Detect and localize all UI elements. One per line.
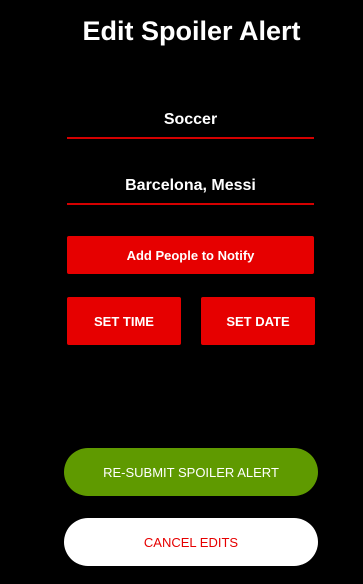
cancel-edits-button[interactable]: CANCEL EDITS xyxy=(64,518,318,566)
add-people-to-notify-button[interactable]: Add People to Notify xyxy=(67,236,314,274)
teams-input[interactable]: Barcelona, Messi xyxy=(67,169,314,205)
resubmit-spoiler-alert-button[interactable]: RE-SUBMIT SPOILER ALERT xyxy=(64,448,318,496)
sport-input[interactable]: Soccer xyxy=(67,103,314,139)
set-time-button[interactable]: SET TIME xyxy=(67,297,181,345)
set-date-button[interactable]: SET DATE xyxy=(201,297,315,345)
page-title: Edit Spoiler Alert xyxy=(82,16,301,46)
